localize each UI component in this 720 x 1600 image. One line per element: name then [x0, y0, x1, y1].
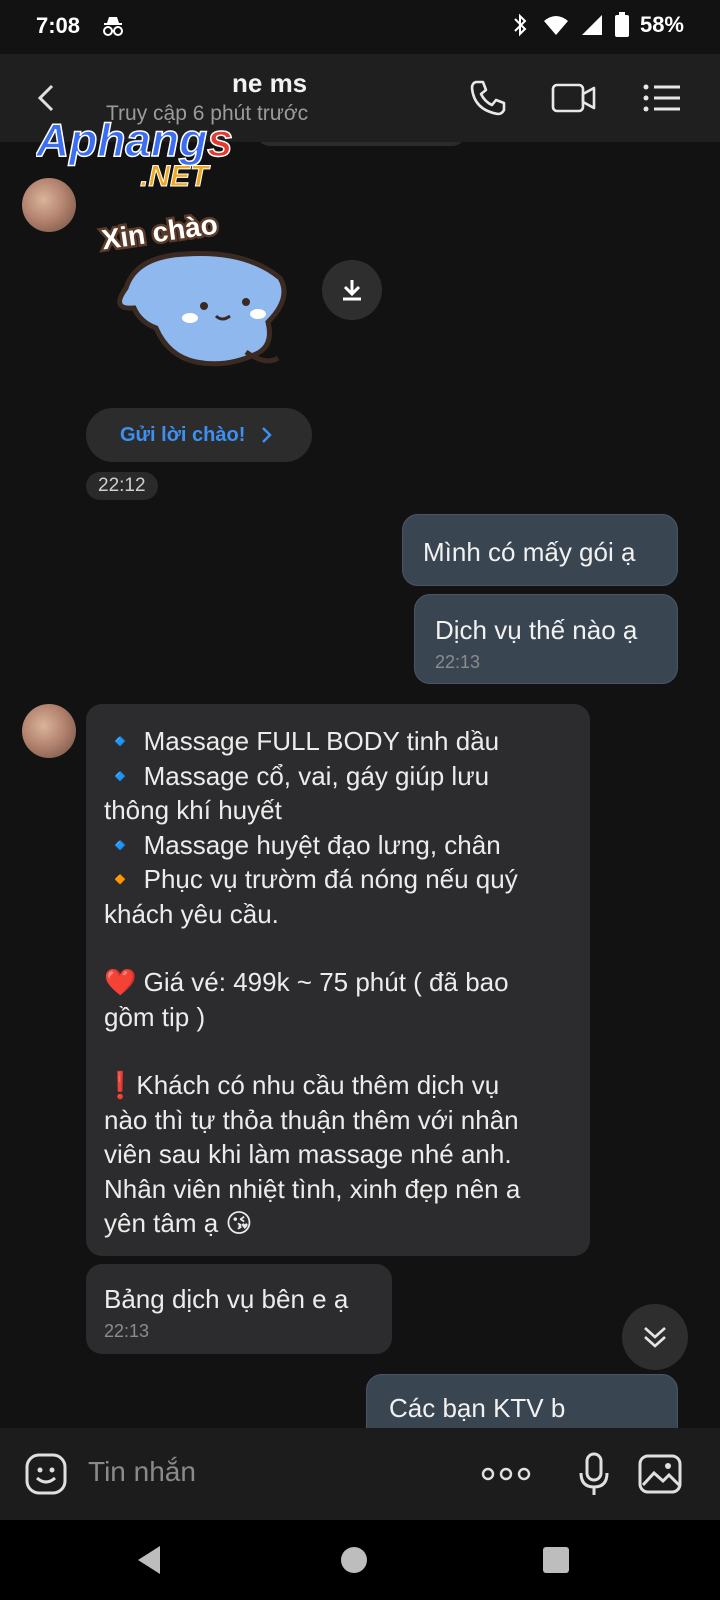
bluetooth-icon [514, 13, 527, 37]
recents-nav-icon[interactable] [538, 1542, 574, 1578]
message-line: gồm tip ) [104, 1001, 206, 1032]
more-button[interactable] [480, 1450, 532, 1498]
home-nav-icon[interactable] [336, 1542, 372, 1578]
image-button[interactable] [636, 1450, 684, 1498]
chevron-right-icon [262, 427, 273, 443]
emoji-icon [25, 1453, 67, 1495]
message-time: 22:13 [435, 652, 481, 672]
message-composer: Tin nhắn [0, 1428, 720, 1520]
call-button[interactable] [464, 74, 512, 122]
message-line [104, 1034, 570, 1068]
greeting-sticker[interactable]: Xin chào [96, 198, 306, 388]
system-nav-bar [0, 1520, 720, 1600]
message-text: Dịch vụ thế nào ạ [435, 615, 638, 645]
double-chevron-down-icon [644, 1327, 666, 1348]
status-time: 7:08 [36, 13, 81, 38]
send-greeting-label: Gửi lời chào! [120, 423, 246, 446]
message-line: 🔹 Massage huyệt đạo lưng, chân [104, 829, 501, 860]
message-text: Các bạn KTV b [389, 1393, 566, 1423]
chat-area[interactable]: Xin chào Gửi lời chào! 22:12 Mình có mấy… [0, 142, 720, 1428]
incognito-icon [103, 17, 123, 36]
avatar[interactable] [22, 178, 76, 232]
outgoing-message[interactable]: Dịch vụ thế nào ạ 22:13 [414, 594, 678, 684]
emoji-button[interactable] [22, 1450, 70, 1498]
voice-button[interactable] [570, 1450, 618, 1498]
video-call-button[interactable] [550, 74, 598, 122]
message-line: thông khí huyết [104, 795, 282, 825]
message-time: 22:13 [104, 1321, 150, 1341]
message-text: Bảng dịch vụ bên e ạ [104, 1284, 349, 1314]
message-line [104, 931, 570, 965]
message-text: Mình có mấy gói ạ [423, 537, 636, 567]
incoming-message[interactable]: Bảng dịch vụ bên e ạ 22:13 [86, 1264, 392, 1354]
time-separator: 22:12 [86, 472, 158, 500]
video-camera-icon [551, 83, 596, 113]
sticker-caption: Xin chào [100, 208, 220, 255]
message-input[interactable]: Tin nhắn [88, 1456, 196, 1488]
chat-header: ne ms Truy cập 6 phút trước Aphangs .NET [0, 54, 720, 192]
contact-name[interactable]: ne ms [232, 68, 307, 99]
back-nav-icon[interactable] [132, 1542, 168, 1578]
message-line: 🔸 Phục vụ trườm đá nóng nếu quý [104, 864, 518, 894]
message-line: nào thì tự thỏa thuận thêm với nhân [104, 1104, 519, 1135]
outgoing-message[interactable]: Mình có mấy gói ạ [402, 514, 678, 586]
status-bar: 7:08 58% [0, 0, 720, 54]
message-line: viên sau khi làm massage nhé anh. [104, 1139, 512, 1169]
phone-icon [470, 80, 506, 116]
avatar[interactable] [22, 704, 76, 758]
message-line: 🔹 Massage FULL BODY tinh dầu [104, 726, 500, 756]
battery-percent: 58% [639, 12, 684, 37]
outgoing-message-partial[interactable]: Các bạn KTV b [366, 1374, 678, 1428]
list-menu-icon [643, 84, 680, 112]
message-line: ❗Khách có nhu cầu thêm dịch vụ [104, 1070, 500, 1100]
image-icon [638, 1454, 682, 1494]
menu-button[interactable] [638, 74, 686, 122]
message-line: yên tâm ạ 😘 [104, 1208, 253, 1238]
message-line: Nhân viên nhiệt tình, xinh đẹp nên a [104, 1173, 521, 1204]
previous-message-edge [256, 142, 466, 146]
message-line: ❤️ Giá vé: 499k ~ 75 phút ( đã bao [104, 967, 509, 997]
incoming-message[interactable]: 🔹 Massage FULL BODY tinh dầu 🔹 Massage c… [86, 704, 590, 1256]
download-icon [343, 280, 361, 301]
battery-icon [614, 12, 629, 37]
scroll-to-bottom-button[interactable] [622, 1304, 688, 1370]
message-line: khách yêu cầu. [104, 898, 279, 929]
wifi-icon [543, 16, 568, 35]
send-greeting-button[interactable]: Gửi lời chào! [86, 408, 312, 462]
microphone-icon [579, 1452, 609, 1495]
back-arrow-icon[interactable] [30, 80, 66, 116]
message-line: 🔹 Massage cổ, vai, gáy giúp lưu [104, 760, 490, 791]
download-button[interactable] [322, 260, 382, 320]
signal-icon [581, 15, 602, 35]
more-dots-icon [481, 1467, 531, 1481]
